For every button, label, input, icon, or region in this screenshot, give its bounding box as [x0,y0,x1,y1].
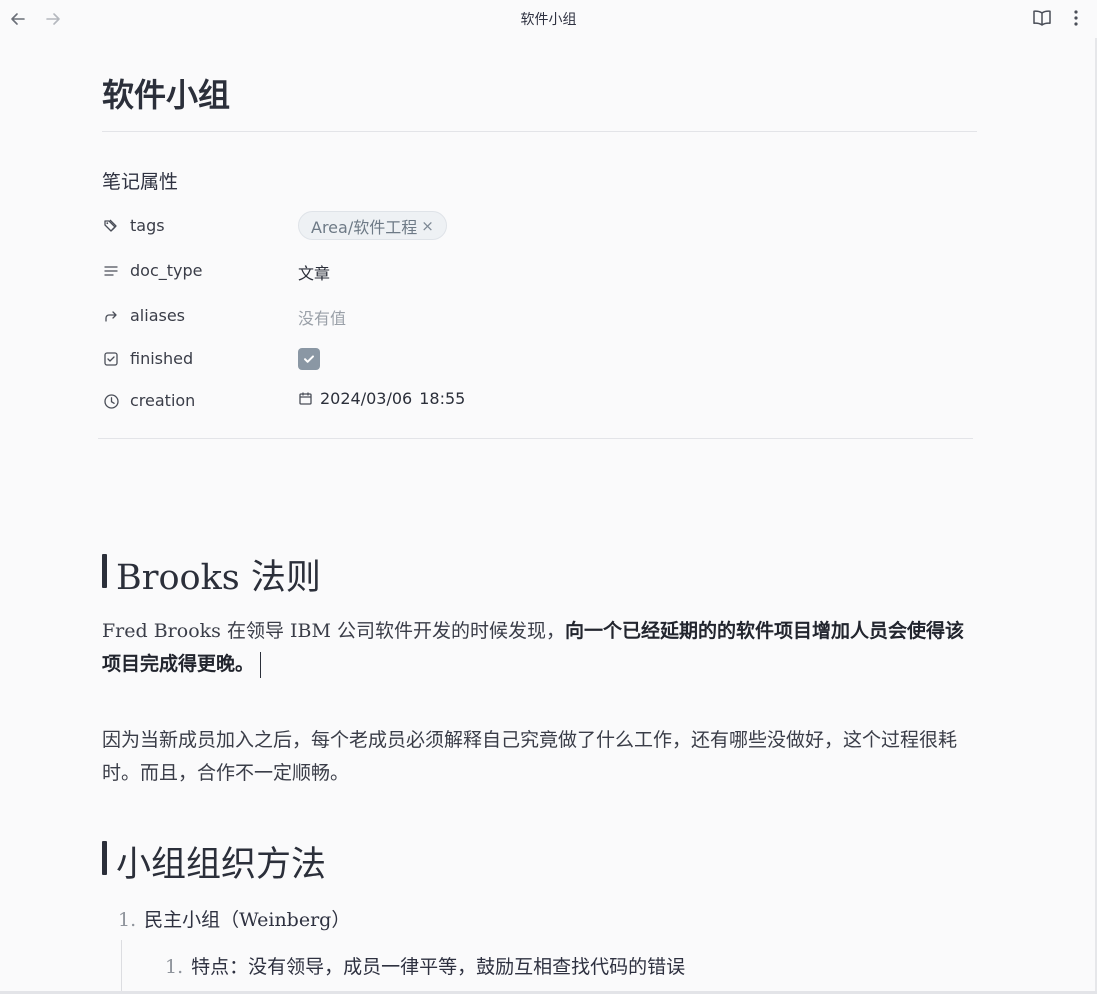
tag-label[interactable]: Area/软件工程 [311,214,417,238]
paragraph-text: Fred Brooks 在领导 IBM 公司软件开发的时候发现， [102,620,565,642]
list-number: 1. [118,909,137,931]
tags-icon [102,217,120,235]
heading-team-organization[interactable]: 小组组织方法 [116,836,326,887]
list-item[interactable]: 1. 民主小组（Weinberg） [118,905,350,932]
property-doc-type: doc_type 文章 [102,256,962,286]
top-bar: 软件小组 [0,0,1097,38]
property-creation: creation 2024/03/06 18:55 [102,386,962,416]
list-item[interactable]: 1. 特点：没有领导，成员一律平等，鼓励互相查找代码的错误 [165,952,685,979]
list-text: 民主小组（Weinberg） [144,909,351,931]
date-value[interactable]: 2024/03/06 [320,389,412,408]
paragraph-explanation[interactable]: 因为当新成员加入之后，每个老成员必须解释自己究竟做了什么工作，还有哪些没做好，这… [102,724,972,790]
properties-divider [98,438,973,439]
property-finished: finished [102,344,962,374]
reading-view-button[interactable] [1031,7,1053,29]
book-open-icon [1033,10,1051,26]
list-text: 特点：没有领导，成员一律平等，鼓励互相查找代码的错误 [191,956,686,978]
more-vertical-icon [1074,10,1078,26]
checkbox-icon [102,350,120,368]
property-key[interactable]: finished [130,349,193,368]
tag-pill[interactable]: Area/软件工程 × [298,211,447,240]
paragraph-brooks[interactable]: Fred Brooks 在领导 IBM 公司软件开发的时候发现，向一个已经延期的… [102,615,972,681]
forward-arrow-icon [102,307,120,325]
text-lines-icon [102,262,120,280]
property-key[interactable]: aliases [130,306,185,325]
note-title[interactable]: 软件小组 [102,70,230,116]
property-aliases: aliases 没有值 [102,301,962,331]
property-key[interactable]: doc_type [130,261,202,280]
heading-marker [102,554,107,588]
clock-icon [102,392,120,410]
property-value-empty[interactable]: 没有值 [298,305,346,329]
finished-checkbox[interactable] [298,348,320,370]
datetime-field[interactable]: 2024/03/06 18:55 [298,389,465,408]
time-value[interactable]: 18:55 [419,389,465,408]
heading-brooks-law[interactable]: Brooks 法则 [116,549,321,600]
remove-tag-icon[interactable]: × [421,217,434,235]
heading-marker [102,841,107,875]
calendar-icon [299,392,312,405]
check-icon [304,355,314,363]
property-tags: tags Area/软件工程 × [102,211,962,241]
indent-guide [121,940,122,994]
title-divider [102,131,977,132]
property-key[interactable]: tags [130,216,165,235]
property-key[interactable]: creation [130,391,195,410]
properties-heading[interactable]: 笔记属性 [102,167,178,194]
window-title: 软件小组 [520,12,577,28]
property-value[interactable]: 文章 [298,260,330,284]
list-number: 1. [165,956,184,978]
text-cursor [260,652,262,678]
more-options-button[interactable] [1067,7,1085,29]
